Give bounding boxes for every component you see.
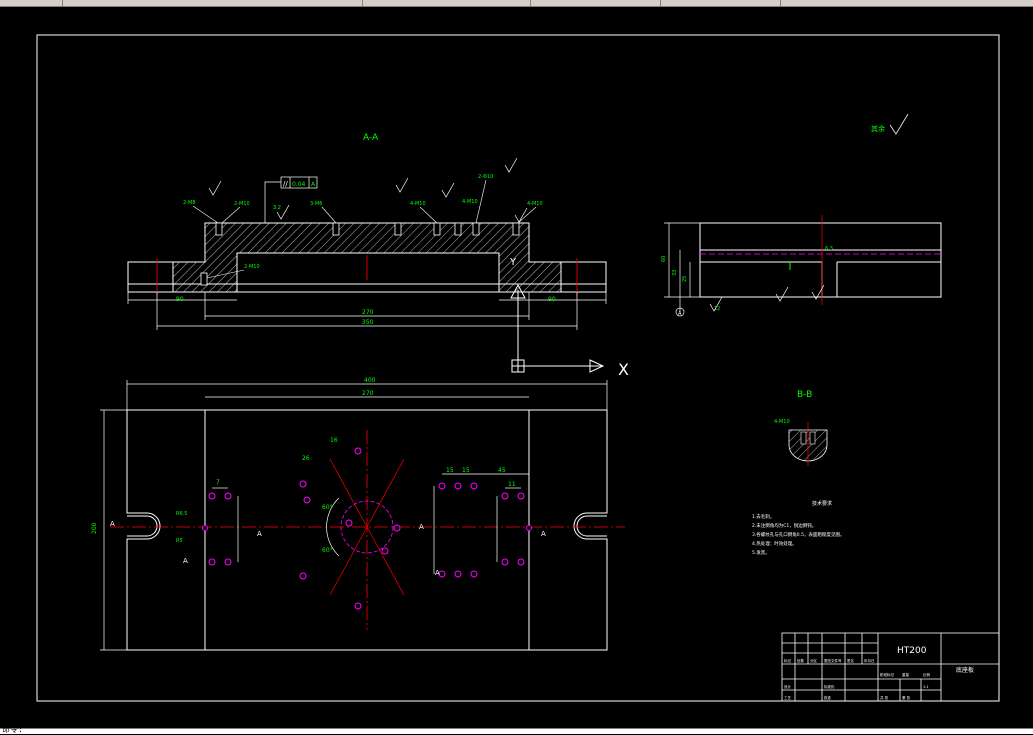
ucs-x-label: X	[618, 360, 629, 379]
section-aa-right-step	[560, 261, 607, 293]
dim-60-a[interactable]: 60°	[322, 504, 333, 511]
toolbar-segment[interactable]	[530, 0, 661, 6]
toolbar-segment[interactable]	[362, 0, 531, 6]
hole-callout[interactable]: 4-M10	[410, 201, 426, 207]
dim-200[interactable]: 200	[91, 522, 98, 534]
section-bb-title: B-B	[797, 390, 812, 400]
dim-90-left[interactable]: 90	[176, 296, 184, 303]
hole-callout[interactable]: 4-M10	[527, 201, 543, 207]
svg-text:A: A	[183, 557, 188, 565]
hole-callout[interactable]: 2-M8	[183, 200, 195, 206]
svg-text:A: A	[541, 530, 546, 538]
datum-a-label: A	[678, 311, 682, 317]
svg-text:共 张: 共 张	[880, 695, 889, 700]
toolbar-segment[interactable]	[660, 0, 781, 6]
dim-7[interactable]: 7	[216, 479, 220, 486]
svg-text:A: A	[110, 520, 115, 528]
model-space-background	[0, 7, 1033, 729]
hole-callout[interactable]: 3-M6	[310, 201, 322, 207]
command-line[interactable]: 命令:	[0, 725, 1033, 734]
section-aa-title: A-A	[363, 133, 379, 143]
svg-text:0.04: 0.04	[292, 181, 306, 188]
svg-text:阶段标记: 阶段标记	[880, 672, 894, 677]
dim-90-right[interactable]: 90	[548, 296, 556, 303]
dim-r5[interactable]: R5	[176, 538, 183, 544]
svg-text:签名: 签名	[847, 658, 854, 663]
svg-text:分区: 分区	[810, 658, 818, 663]
drawing-canvas[interactable]: A-A 90 90 270 350 // 0.04 A 3.2 2-M8 2-M…	[0, 7, 1033, 729]
svg-text:标准化: 标准化	[824, 684, 835, 689]
dim-11[interactable]: 11	[508, 481, 516, 488]
hole-callout[interactable]: 2-M10	[234, 201, 250, 207]
svg-text:工艺: 工艺	[784, 695, 792, 700]
dim-350[interactable]: 350	[362, 319, 374, 326]
roughness-other-label: 其余	[871, 124, 885, 133]
hole-callout[interactable]: 4-M10	[462, 199, 478, 205]
hole-callout-bb[interactable]: 4-M10	[774, 419, 790, 425]
dim-400[interactable]: 400	[364, 377, 376, 384]
section-aa-left-step	[127, 261, 174, 293]
svg-text:更改文件号: 更改文件号	[824, 658, 842, 663]
dim-25[interactable]: 25	[682, 276, 688, 282]
hole-callout[interactable]: 2-Φ10	[478, 174, 493, 180]
ucs-y-label: Y	[509, 257, 517, 268]
svg-text:年月日: 年月日	[864, 658, 875, 663]
svg-text:第 张: 第 张	[902, 695, 911, 700]
toolbar-strip	[0, 0, 1033, 7]
svg-text:2.未注倒角均为C1，锐边倒钝。: 2.未注倒角均为C1，锐边倒钝。	[752, 522, 816, 529]
dim-15b[interactable]: 15	[462, 467, 470, 474]
svg-text:4.热处理：时效处理。: 4.热处理：时效处理。	[752, 540, 797, 547]
dim-26[interactable]: 26	[302, 455, 310, 462]
dim-60-b[interactable]: 60°	[322, 547, 333, 554]
roughness-63: 6.3	[825, 246, 833, 252]
dim-r6[interactable]: R6.5	[176, 511, 187, 517]
svg-text:设计: 设计	[784, 684, 792, 689]
svg-text:1.去毛刺。: 1.去毛刺。	[752, 513, 774, 520]
dim-33[interactable]: 33	[672, 270, 678, 276]
dim-15a[interactable]: 15	[446, 467, 454, 474]
command-prompt: 命令:	[2, 725, 23, 734]
dim-60-side[interactable]: 60	[661, 256, 667, 262]
svg-text:A: A	[257, 530, 262, 538]
svg-text:标记: 标记	[784, 658, 792, 663]
toolbar-segment[interactable]	[62, 0, 363, 6]
part-name-label[interactable]: 底座板	[956, 666, 974, 674]
svg-text://: //	[283, 180, 288, 188]
svg-text:批准: 批准	[824, 695, 832, 700]
svg-text:1:1: 1:1	[923, 685, 929, 689]
section-aa-cavity	[236, 252, 500, 293]
hole-callout[interactable]: 2-M10	[244, 264, 260, 270]
toolbar-segment[interactable]	[0, 0, 63, 6]
svg-text:重量: 重量	[902, 672, 910, 677]
dim-45[interactable]: 45	[498, 467, 506, 474]
svg-text:3.各螺纹孔与孔口倒角0.5，表面粗糙度见图。: 3.各螺纹孔与孔口倒角0.5，表面粗糙度见图。	[752, 531, 844, 538]
svg-text:A: A	[435, 569, 440, 577]
material-label[interactable]: HT200	[897, 646, 927, 656]
svg-text:5.发黑。: 5.发黑。	[752, 549, 770, 556]
svg-text:处数: 处数	[797, 658, 805, 663]
notes-title: 技术要求	[812, 500, 832, 507]
dim-16[interactable]: 16	[330, 437, 338, 444]
svg-text:A: A	[419, 523, 424, 531]
dim-270[interactable]: 270	[362, 309, 374, 316]
svg-text:比例: 比例	[923, 672, 931, 677]
roughness-32-label: 3.2	[273, 205, 281, 211]
dim-270-plan[interactable]: 270	[362, 390, 374, 397]
